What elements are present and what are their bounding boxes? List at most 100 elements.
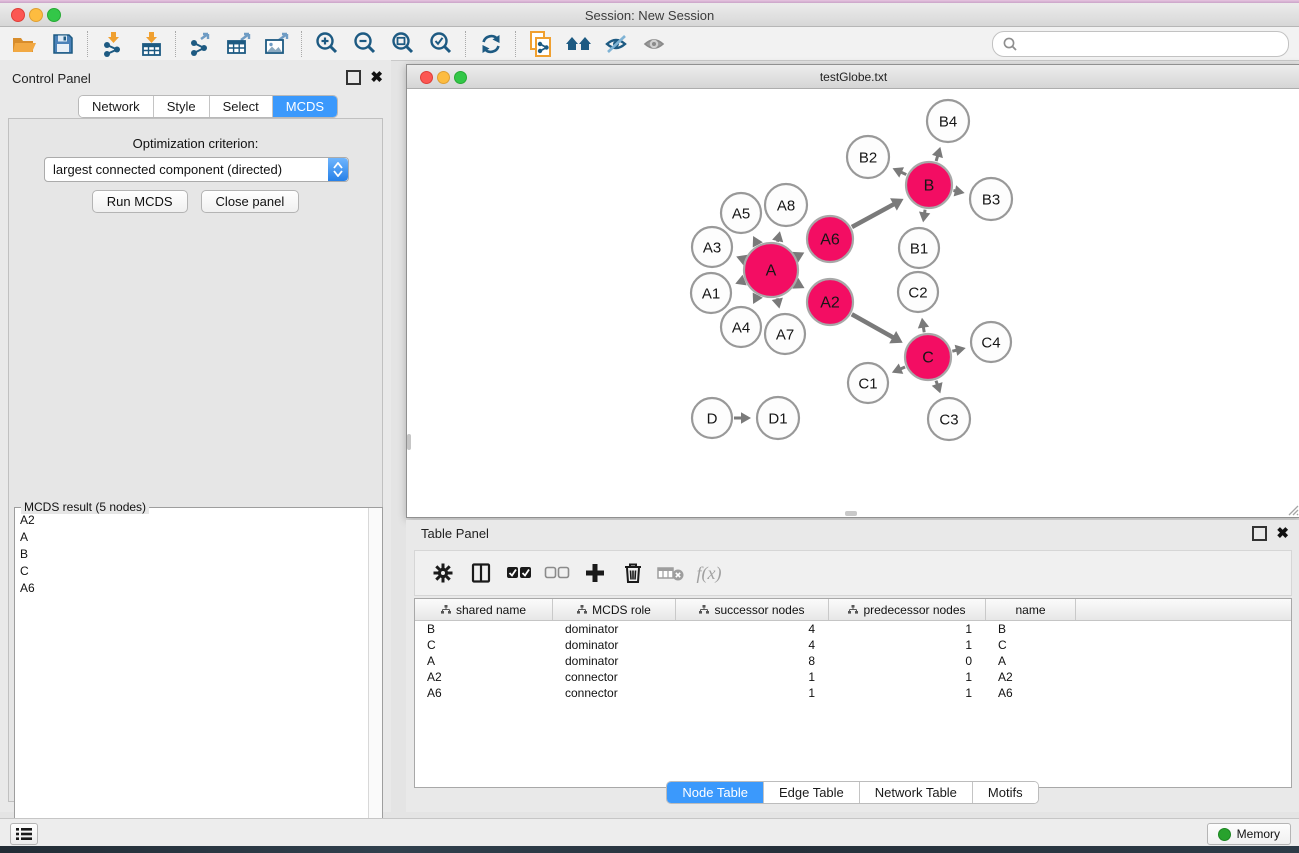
result-item[interactable]: A6 xyxy=(16,579,368,596)
export-image-button[interactable] xyxy=(258,29,296,59)
edge-A6-B[interactable] xyxy=(852,204,894,227)
save-session-icon xyxy=(51,32,75,56)
table-row[interactable]: A6connector11A6 xyxy=(415,685,1291,701)
network-vertical-scroll-thumb[interactable] xyxy=(407,434,411,450)
close-panel-button[interactable]: Close panel xyxy=(201,190,300,213)
network-horizontal-scroll-thumb[interactable] xyxy=(845,511,857,516)
function-builder-button[interactable]: f(x) xyxy=(693,557,725,589)
tab-network[interactable]: Network xyxy=(79,96,154,117)
result-item[interactable]: A xyxy=(16,528,368,545)
column-header-name[interactable]: name xyxy=(986,599,1076,620)
node-label-A6: A6 xyxy=(820,232,840,249)
hide-panel-button[interactable] xyxy=(598,29,636,59)
node-label-D1: D1 xyxy=(768,411,787,428)
cell-mcds-role: dominator xyxy=(553,653,676,669)
result-item[interactable]: A2 xyxy=(16,511,368,528)
memory-button[interactable]: Memory xyxy=(1207,823,1291,845)
result-item[interactable]: B xyxy=(16,545,368,562)
network-canvas[interactable]: B4B2BB3A5A8A6B1A3AC2A1A2A4A7C4CC1C3DD1 xyxy=(407,89,1299,517)
column-header-successor-nodes[interactable]: successor nodes xyxy=(676,599,829,620)
node-label-A1: A1 xyxy=(702,286,720,303)
search-field xyxy=(992,31,1289,57)
import-network-button[interactable] xyxy=(94,29,132,59)
column-header-filler xyxy=(1076,599,1291,620)
copy-network-button[interactable] xyxy=(522,29,560,59)
status-bar: Memory xyxy=(0,818,1299,847)
tab-style[interactable]: Style xyxy=(154,96,210,117)
tab-node-table[interactable]: Node Table xyxy=(667,782,764,803)
tab-select[interactable]: Select xyxy=(210,96,273,117)
refresh-button[interactable] xyxy=(472,29,510,59)
node-label-C4: C4 xyxy=(981,335,1000,352)
mcds-result-list: A2ABCA6 xyxy=(16,511,368,848)
window-title: Session: New Session xyxy=(0,8,1299,23)
node-label-C1: C1 xyxy=(858,376,877,393)
save-session-button[interactable] xyxy=(44,29,82,59)
table-settings-button[interactable] xyxy=(427,557,459,589)
tab-network-table[interactable]: Network Table xyxy=(860,782,973,803)
resize-grip-icon[interactable] xyxy=(1285,502,1299,516)
float-panel-icon[interactable] xyxy=(346,70,361,85)
import-table-icon xyxy=(138,31,164,57)
table-body: Bdominator41BCdominator41CAdominator80AA… xyxy=(415,621,1291,701)
list-icon xyxy=(16,827,32,841)
run-mcds-button[interactable]: Run MCDS xyxy=(92,190,188,213)
zoom-fit-button[interactable] xyxy=(384,29,422,59)
home-icon xyxy=(564,32,594,56)
deselect-all-button[interactable] xyxy=(541,557,573,589)
column-header-predecessor-nodes[interactable]: predecessor nodes xyxy=(829,599,986,620)
close-table-panel-icon[interactable]: ✖ xyxy=(1276,528,1289,539)
result-scrollbar[interactable] xyxy=(368,508,382,849)
memory-label: Memory xyxy=(1237,827,1280,841)
network-view-window: testGlobe.txt B4B2BB3A5A8A6B1A3AC2A1A2A4… xyxy=(406,64,1299,518)
export-network-icon xyxy=(188,31,214,57)
home-button[interactable] xyxy=(560,29,598,59)
node-label-B2: B2 xyxy=(859,150,877,167)
show-graphics-button[interactable] xyxy=(636,29,674,59)
network-graph[interactable]: B4B2BB3A5A8A6B1A3AC2A1A2A4A7C4CC1C3DD1 xyxy=(407,89,1298,516)
close-panel-icon[interactable]: ✖ xyxy=(370,72,383,83)
export-network-button[interactable] xyxy=(182,29,220,59)
float-table-panel-icon[interactable] xyxy=(1252,526,1267,541)
zoom-selected-button[interactable] xyxy=(422,29,460,59)
cytoscape-app: Session: New Session xyxy=(0,0,1299,853)
table-row[interactable]: Adominator80A xyxy=(415,653,1291,669)
tab-edge-table[interactable]: Edge Table xyxy=(764,782,860,803)
cell-predecessor-nodes: 1 xyxy=(829,685,986,701)
add-column-button[interactable] xyxy=(579,557,611,589)
toolbar-separator xyxy=(465,31,467,57)
export-table-button[interactable] xyxy=(220,29,258,59)
search-input[interactable] xyxy=(1023,34,1288,54)
table-row[interactable]: Cdominator41C xyxy=(415,637,1291,653)
arrowhead-icon xyxy=(772,231,783,242)
column-view-button[interactable] xyxy=(465,557,497,589)
import-table-button[interactable] xyxy=(132,29,170,59)
column-header-shared-name[interactable]: shared name xyxy=(415,599,553,620)
result-item[interactable]: C xyxy=(16,562,368,579)
criterion-select[interactable]: largest connected component (directed) xyxy=(44,157,349,182)
cell-shared-name: B xyxy=(415,621,553,637)
delete-column-button[interactable] xyxy=(617,557,649,589)
control-panel-tabs: NetworkStyleSelectMCDS xyxy=(78,95,338,118)
column-header-mcds-role[interactable]: MCDS role xyxy=(553,599,676,620)
cell-shared-name: C xyxy=(415,637,553,653)
table-row[interactable]: Bdominator41B xyxy=(415,621,1291,637)
table-row[interactable]: A2connector11A2 xyxy=(415,669,1291,685)
edge-A2-C[interactable] xyxy=(852,314,894,337)
unchecked-boxes-icon xyxy=(544,566,570,580)
tab-mcds[interactable]: MCDS xyxy=(273,96,337,117)
tab-motifs[interactable]: Motifs xyxy=(973,782,1038,803)
select-all-button[interactable] xyxy=(503,557,535,589)
delete-table-button[interactable] xyxy=(655,557,687,589)
zoom-fit-icon xyxy=(390,31,416,57)
open-session-button[interactable] xyxy=(6,29,44,59)
toolbar-separator xyxy=(301,31,303,57)
toolbar-separator xyxy=(515,31,517,57)
task-history-button[interactable] xyxy=(10,823,38,845)
arrowhead-icon xyxy=(741,412,751,423)
cell-successor-nodes: 4 xyxy=(676,637,829,653)
node-label-A2: A2 xyxy=(820,295,840,312)
table-panel: Table Panel ✖ xyxy=(406,520,1299,812)
zoom-in-button[interactable] xyxy=(308,29,346,59)
zoom-out-button[interactable] xyxy=(346,29,384,59)
